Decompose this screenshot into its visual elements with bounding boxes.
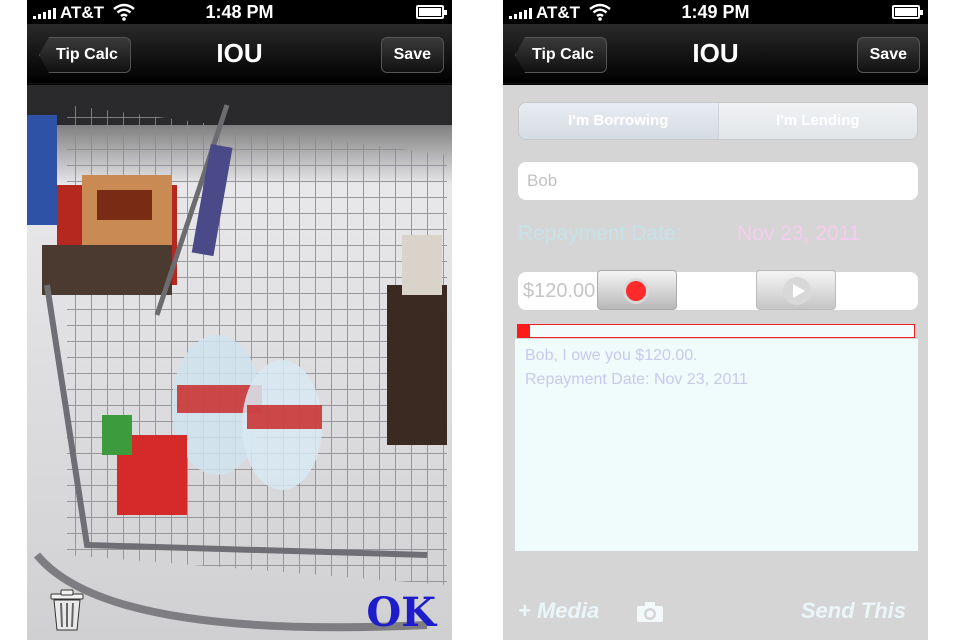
- play-icon: [783, 277, 811, 305]
- status-time: 1:49 PM: [681, 2, 750, 22]
- ok-button[interactable]: OK: [366, 589, 436, 636]
- status-bar: AT&T 1:48 PM: [27, 0, 452, 24]
- status-bar: AT&T 1:49 PM: [503, 0, 928, 24]
- battery-icon: [416, 5, 447, 19]
- message-line: Repayment Date: Nov 23, 2011: [525, 371, 748, 388]
- save-button[interactable]: Save: [380, 37, 444, 73]
- battery-icon: [892, 5, 923, 19]
- repayment-date-value[interactable]: Nov 23, 2011: [737, 222, 860, 246]
- amount-field[interactable]: $120.00: [523, 280, 595, 303]
- status-time: 1:48 PM: [205, 2, 274, 22]
- borrow-lend-segmented-control: I'm Borrowing I'm Lending: [518, 102, 918, 140]
- name-field[interactable]: Bob: [518, 162, 918, 200]
- repayment-date-label: Repayment Date:: [518, 222, 682, 245]
- record-button[interactable]: [597, 270, 677, 310]
- segment-lending[interactable]: I'm Lending: [717, 103, 917, 139]
- send-this-button[interactable]: Send This: [801, 598, 906, 624]
- amount-row: $120.00: [518, 270, 918, 310]
- navigation-bar: Tip Calc IOU Save: [503, 24, 928, 84]
- message-preview[interactable]: Bob, I owe you $120.00. Repayment Date: …: [515, 339, 918, 551]
- captured-photo: OK: [27, 85, 452, 640]
- message-line: Bob, I owe you $120.00.: [525, 347, 698, 364]
- right-phone-screen: AT&T 1:49 PM Tip Calc IOU Save I'm Borro…: [503, 0, 928, 640]
- navigation-bar: Tip Calc IOU Save: [27, 24, 452, 84]
- progress-knob[interactable]: [518, 324, 530, 338]
- add-media-button[interactable]: + Media: [518, 598, 599, 624]
- recording-progress-bar[interactable]: [517, 324, 915, 338]
- shopping-cart-photo: [27, 85, 452, 640]
- record-icon: [626, 281, 646, 301]
- left-phone-screen: AT&T 1:48 PM Tip Calc IOU Save OK: [27, 0, 452, 640]
- camera-icon[interactable]: [636, 601, 664, 623]
- trash-icon[interactable]: [47, 588, 87, 632]
- segment-borrowing[interactable]: I'm Borrowing: [519, 103, 718, 139]
- save-button[interactable]: Save: [856, 37, 920, 73]
- play-button[interactable]: [756, 270, 836, 310]
